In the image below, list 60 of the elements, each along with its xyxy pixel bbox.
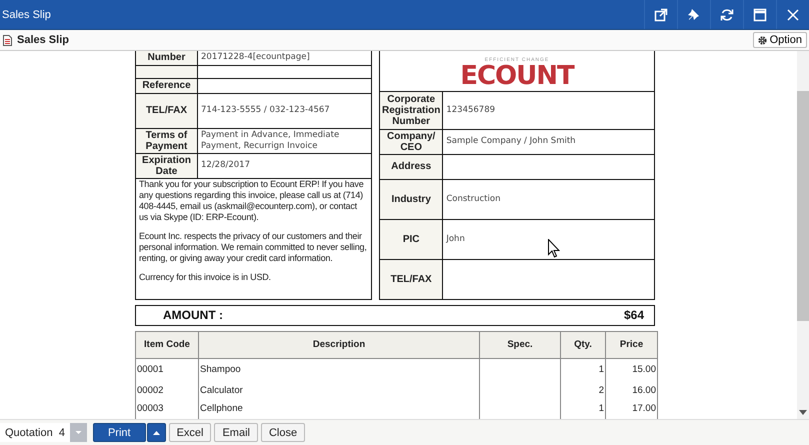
table-cell: 15.00 xyxy=(606,358,658,380)
table-cell: 2 xyxy=(560,380,606,400)
column-header: Spec. xyxy=(480,331,560,358)
note-text: Currency for this invoice is in USD. xyxy=(139,272,272,282)
label-cell: PIC xyxy=(380,219,443,259)
value-cell: 714-123-5555 / 032-123-4567 xyxy=(198,93,372,128)
scroll-down-icon[interactable] xyxy=(799,410,807,415)
footer-button[interactable]: Excel xyxy=(168,423,212,442)
logo-wordmark: ECOUNT xyxy=(460,63,574,90)
column-header: Qty. xyxy=(560,331,606,358)
refresh-icon[interactable] xyxy=(720,8,734,22)
label-cell: Company/ CEO xyxy=(380,129,443,154)
table-cell: 1 xyxy=(560,358,606,380)
label-cell: Reference xyxy=(136,78,198,93)
table-cell: 00001 xyxy=(136,358,198,380)
close-icon[interactable] xyxy=(786,8,800,22)
table-cell: Calculator xyxy=(198,380,480,400)
value-cell: 12/28/2017 xyxy=(198,153,372,178)
window-title: Sales Slip xyxy=(1,8,51,20)
table-cell: 16.00 xyxy=(606,380,658,400)
menu-button[interactable] xyxy=(146,423,166,442)
label-cell: Address xyxy=(380,154,443,179)
label-cell: Expiration Date xyxy=(136,153,198,178)
print-button[interactable]: Print xyxy=(92,423,146,442)
amount-label: AMOUNT : xyxy=(163,308,223,322)
footer-button[interactable]: Email xyxy=(214,423,258,442)
page-title: Sales Slip xyxy=(17,34,69,46)
label-cell: Corporate Registration Number xyxy=(380,91,443,129)
label-cell: TEL/FAX xyxy=(136,93,198,128)
label-cell: TEL/FAX xyxy=(380,259,443,299)
pin-icon[interactable] xyxy=(687,8,701,22)
table-cell: 00002 xyxy=(136,380,198,400)
column-header: Item Code xyxy=(136,331,198,358)
label-cell: Number xyxy=(136,51,198,65)
external-link-icon[interactable] xyxy=(654,8,668,22)
value-cell: Payment in Advance, Immediate Payment, Recurrign Invoice xyxy=(198,128,372,153)
scrollbar[interactable] xyxy=(797,51,809,419)
value-cell: 123456789 xyxy=(442,91,654,129)
footer-button[interactable]: Close xyxy=(260,423,306,442)
caret-up-icon xyxy=(152,430,160,434)
column-header: Description xyxy=(198,331,480,358)
value-cell: Construction xyxy=(442,179,654,219)
document-icon xyxy=(3,34,12,46)
maximize-icon[interactable] xyxy=(753,8,767,22)
caret-down-icon xyxy=(70,423,87,442)
cursor-icon xyxy=(548,239,560,258)
label-cell: Terms of Payment xyxy=(136,128,198,153)
form-select[interactable]: Quotation 4 xyxy=(0,423,87,442)
table-cell: Shampoo xyxy=(198,358,480,380)
column-header: Price xyxy=(606,331,658,358)
label-cell: Industry xyxy=(380,179,443,219)
value-cell: 20171228-4[ecountpage] xyxy=(198,51,372,65)
amount-value: $64 xyxy=(624,308,644,322)
label-cell xyxy=(136,65,198,78)
scrollbar-thumb[interactable] xyxy=(797,91,809,321)
gear-icon xyxy=(758,36,767,44)
value-cell: Sample Company / John Smith xyxy=(442,129,654,154)
note-text: Ecount Inc. respects the privacy of our customers and their personal information. We remain committed to never selling, renting, or giving away your credit card information. xyxy=(139,230,368,264)
note-text: Thank you for your subscription to Ecount ERP! If you have any questions regarding this invoice, please call us at (714) 408-4445, email us (askmail@ecounterp.com), or contact us via Skype (ID: ERP-Ecount). xyxy=(139,178,365,222)
option-button[interactable]: Option xyxy=(752,32,807,48)
